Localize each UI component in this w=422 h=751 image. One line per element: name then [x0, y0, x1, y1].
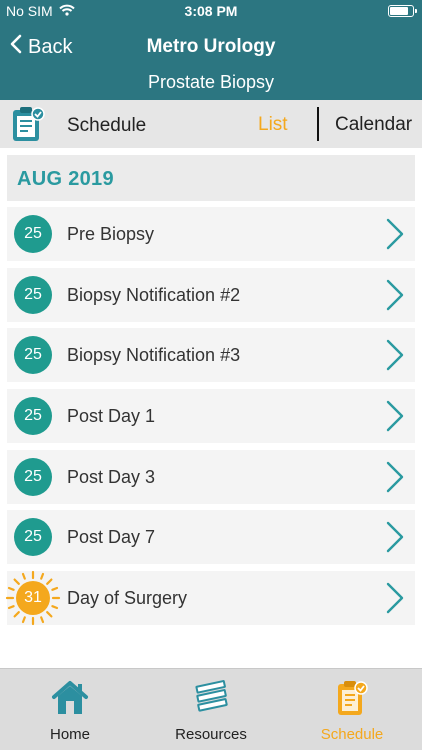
event-label: Biopsy Notification #2: [67, 285, 241, 305]
list-item[interactable]: 25 Post Day 1: [7, 389, 415, 443]
tab-home-label: Home: [49, 726, 90, 743]
section-label: Schedule: [67, 115, 147, 136]
list-item[interactable]: 25 Biopsy Notification #3: [7, 328, 415, 382]
tab-schedule[interactable]: Schedule: [282, 669, 422, 751]
month-header: AUG 2019: [7, 155, 415, 201]
date-badge: 31: [24, 589, 42, 606]
calendar-view-button[interactable]: Calendar: [335, 114, 412, 136]
list-view-button[interactable]: List: [258, 114, 288, 136]
chevron-right-icon: [385, 279, 405, 316]
event-label: Day of Surgery: [67, 588, 188, 608]
month-label: AUG 2019: [17, 168, 114, 190]
tab-bar: Home Resources Schedule: [0, 668, 422, 750]
clipboard-icon: [335, 679, 369, 722]
chevron-right-icon: [385, 521, 405, 558]
date-badge: 25: [14, 336, 52, 374]
list-item[interactable]: 25 Pre Biopsy: [7, 207, 415, 261]
list-item[interactable]: 25 Post Day 7: [7, 510, 415, 564]
tab-resources[interactable]: Resources: [141, 669, 281, 751]
clipboard-icon: [10, 105, 46, 148]
chevron-right-icon: [385, 218, 405, 255]
date-badge: 25: [14, 276, 52, 314]
schedule-list: AUG 2019 25 Pre Biopsy 25 Biopsy Notific…: [0, 148, 422, 668]
chevron-right-icon: [385, 400, 405, 437]
event-label: Post Day 3: [67, 467, 156, 487]
status-bar: No SIM 3:08 PM: [0, 0, 422, 22]
battery-icon: [388, 5, 417, 17]
toolbar-divider: [317, 107, 319, 141]
home-icon: [50, 679, 90, 722]
list-item[interactable]: 25 Post Day 3: [7, 450, 415, 504]
sun-badge: 31: [4, 569, 62, 627]
chevron-right-icon: [385, 339, 405, 376]
nav-bar: Back Metro Urology Prostate Biopsy: [0, 22, 422, 100]
page-subtitle: Prostate Biopsy: [147, 72, 275, 92]
books-icon: [190, 679, 232, 722]
clock: 3:08 PM: [184, 3, 238, 19]
date-badge: 25: [14, 518, 52, 556]
event-label: Post Day 1: [67, 406, 156, 426]
tab-resources-label: Resources: [175, 726, 247, 743]
chevron-right-icon: [385, 582, 405, 619]
event-label: Pre Biopsy: [67, 224, 155, 244]
tab-schedule-label: Schedule: [320, 726, 384, 743]
schedule-toolbar: Schedule List Calendar: [0, 100, 422, 148]
event-label: Post Day 7: [67, 527, 156, 547]
event-label: Biopsy Notification #3: [67, 345, 241, 365]
chevron-right-icon: [385, 461, 405, 498]
list-item[interactable]: 25 Biopsy Notification #2: [7, 268, 415, 322]
list-item[interactable]: 31 Day of Surgery: [4, 569, 415, 627]
date-badge: 25: [14, 397, 52, 435]
date-badge: 25: [14, 215, 52, 253]
page-title: Metro Urology: [146, 36, 276, 57]
date-badge: 25: [14, 458, 52, 496]
tab-home[interactable]: Home: [0, 669, 140, 751]
